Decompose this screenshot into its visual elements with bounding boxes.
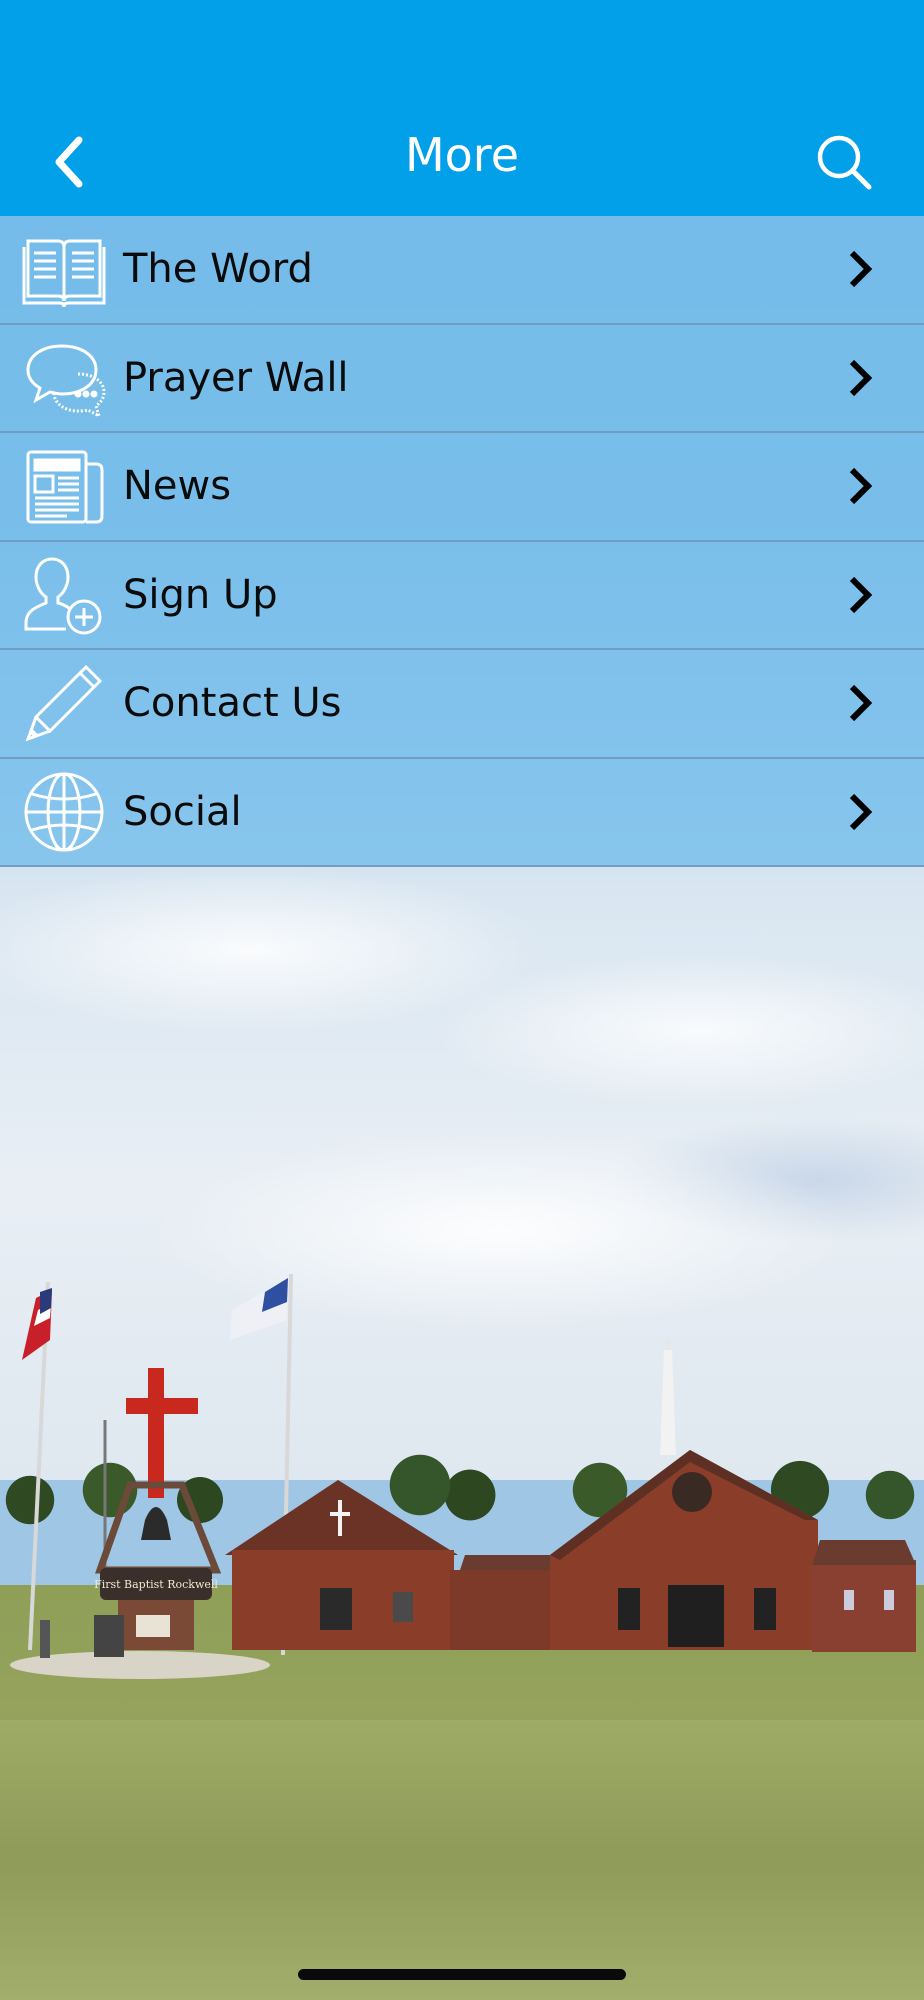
chevron-right-icon <box>840 788 880 836</box>
open-book-icon <box>22 227 106 311</box>
home-indicator[interactable] <box>298 1969 626 1980</box>
pencil-icon <box>22 661 106 745</box>
menu-item-label: Prayer Wall <box>123 354 349 401</box>
page-title: More <box>404 128 520 182</box>
menu-item-news[interactable]: News <box>0 433 924 542</box>
search-icon <box>817 135 872 190</box>
menu-item-label: The Word <box>123 246 313 293</box>
cross-monument: First Baptist Rockwell <box>94 1368 222 1650</box>
menu-item-sign-up[interactable]: Sign Up <box>0 541 924 650</box>
church-scene: First Baptist Rockwell <box>10 1273 916 1679</box>
globe-icon <box>22 770 106 854</box>
chevron-right-icon <box>840 571 880 619</box>
menu-item-the-word[interactable]: The Word <box>0 216 924 325</box>
menu-item-social[interactable]: Social <box>0 758 924 867</box>
menu-item-label: Contact Us <box>123 680 342 727</box>
add-user-icon <box>22 553 106 637</box>
chevron-right-icon <box>840 462 880 510</box>
church-building <box>225 1338 916 1652</box>
chat-bubbles-icon <box>22 336 106 420</box>
more-menu-list: The Word Prayer Wall News Sign Up Contac… <box>0 216 924 867</box>
chevron-right-icon <box>840 245 880 293</box>
search-button[interactable] <box>812 130 876 194</box>
menu-item-label: News <box>123 463 232 510</box>
chevron-right-icon <box>840 679 880 727</box>
newspaper-icon <box>22 444 106 528</box>
menu-item-label: Sign Up <box>123 571 278 618</box>
christian-flag <box>230 1278 288 1340</box>
chevron-right-icon <box>840 354 880 402</box>
lawn-foreground <box>0 1720 924 2000</box>
top-app-bar: More <box>0 0 924 216</box>
menu-item-prayer-wall[interactable]: Prayer Wall <box>0 324 924 433</box>
us-flag <box>22 1288 52 1360</box>
menu-item-label: Social <box>123 788 242 835</box>
monument-sign-text: First Baptist Rockwell <box>94 1578 218 1591</box>
menu-item-contact-us[interactable]: Contact Us <box>0 650 924 759</box>
